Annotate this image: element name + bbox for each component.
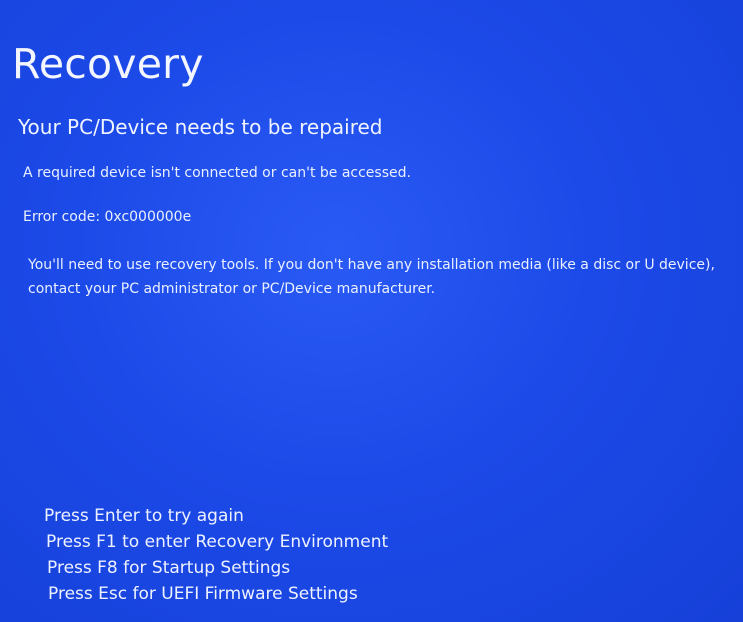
recovery-environment-option[interactable]: Press F1 to enter Recovery Environment — [46, 529, 388, 555]
try-again-option[interactable]: Press Enter to try again — [44, 503, 388, 529]
page-title: Recovery — [12, 40, 204, 88]
recovery-subtitle: Your PC/Device needs to be repaired — [18, 115, 383, 139]
startup-settings-option[interactable]: Press F8 for Startup Settings — [47, 555, 388, 581]
recovery-advice: You'll need to use recovery tools. If yo… — [28, 257, 715, 297]
recovery-options: Press Enter to try again Press F1 to ent… — [44, 503, 388, 607]
error-description: A required device isn't connected or can… — [23, 165, 411, 181]
error-code: Error code: 0xc000000e — [23, 209, 192, 225]
uefi-settings-option[interactable]: Press Esc for UEFI Firmware Settings — [48, 581, 388, 607]
recovery-screen: Recovery Your PC/Device needs to be repa… — [0, 0, 743, 622]
